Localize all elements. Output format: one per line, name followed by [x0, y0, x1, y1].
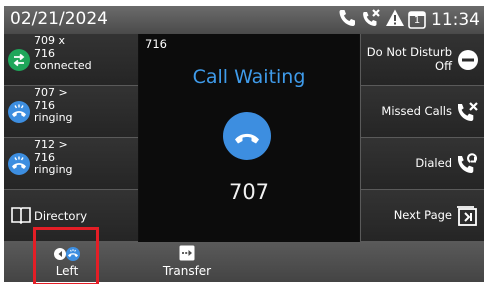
line-key-party: 712 >	[34, 138, 68, 151]
ringing-call-icon	[8, 101, 30, 123]
line-key-709[interactable]: 709 x 716 connected	[4, 34, 138, 86]
do-not-disturb-key[interactable]: Do Not Disturb Off	[360, 34, 484, 86]
line-number: 1	[413, 15, 421, 26]
line-key-707[interactable]: 707 > 716 ringing	[4, 86, 138, 138]
book-icon	[11, 206, 31, 228]
dnd-label-line1: Do Not Disturb	[366, 45, 452, 59]
line-key-party: 709 x	[34, 34, 66, 47]
transfer-icon	[179, 245, 195, 265]
call-line-ext: 716	[145, 37, 167, 51]
line-number-icon: 1	[408, 11, 426, 29]
line-key-text: 707 > 716 ringing	[34, 86, 73, 125]
status-date: 02/21/2024	[10, 9, 108, 29]
line-key-state: connected	[34, 59, 92, 72]
next-page-icon	[455, 205, 479, 231]
line-key-text: 712 > 716 ringing	[34, 138, 73, 177]
dialed-key[interactable]: Dialed	[360, 138, 484, 190]
missed-call-icon	[455, 100, 479, 128]
missed-calls-key[interactable]: Missed Calls	[360, 86, 484, 138]
do-not-disturb-icon	[457, 49, 479, 75]
call-status: Call Waiting	[192, 66, 306, 88]
handset-icon	[223, 133, 271, 164]
softkey-transfer-label: Transfer	[162, 264, 212, 278]
dnd-state: Off	[435, 59, 452, 73]
connected-call-icon	[8, 49, 30, 71]
status-clock: 11:34	[431, 10, 480, 30]
dnd-label: Do Not Disturb Off	[367, 45, 452, 73]
warning-icon	[385, 8, 405, 32]
caller-number: 707	[228, 180, 270, 204]
phone-icon	[337, 8, 357, 32]
directory-label: Directory	[34, 209, 88, 223]
incoming-call-button[interactable]	[223, 112, 271, 160]
line-key-state: ringing	[34, 163, 73, 176]
status-icons: 1 11:34	[337, 9, 480, 31]
line-key-party: 707 >	[34, 86, 68, 99]
dialed-call-icon	[455, 152, 479, 180]
status-bar: 02/21/2024 1 11:34	[4, 6, 484, 34]
softkey-transfer[interactable]: Transfer	[152, 242, 222, 282]
next-page-key[interactable]: Next Page	[360, 190, 484, 242]
line-key-712[interactable]: 712 > 716 ringing	[4, 138, 138, 190]
missed-calls-label: Missed Calls	[381, 104, 452, 118]
call-panel: 716 Call Waiting 707	[139, 34, 359, 242]
line-key-state: ringing	[34, 111, 73, 124]
ringing-call-icon	[8, 153, 30, 175]
highlight-box	[33, 227, 99, 284]
function-keys-panel: Do Not Disturb Off Missed Calls Dialed N…	[360, 34, 484, 242]
line-keys-panel: 709 x 716 connected 707 > 716 ringing 71…	[4, 34, 138, 242]
missed-call-icon	[360, 8, 382, 32]
line-key-text: 709 x 716 connected	[34, 34, 92, 73]
next-page-label: Next Page	[393, 208, 452, 222]
dialed-label: Dialed	[415, 156, 452, 170]
